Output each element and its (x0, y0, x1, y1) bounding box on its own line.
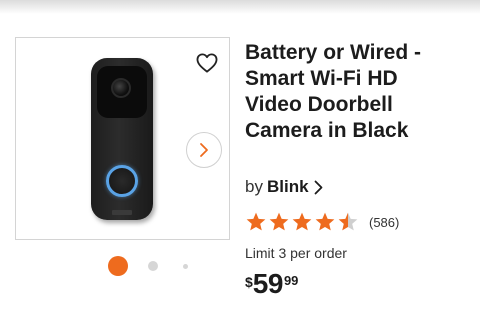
doorbell-button-ring (106, 165, 138, 197)
review-count: (586) (369, 214, 400, 230)
chevron-right-icon (314, 180, 322, 194)
star-icon (246, 212, 266, 231)
brand-link[interactable]: Blink (267, 177, 323, 197)
camera-lens (111, 78, 131, 98)
chevron-right-icon (200, 143, 208, 157)
purchase-limit: Limit 3 per order (245, 245, 347, 261)
price-cents: 99 (283, 273, 299, 288)
product-title-line: Video Doorbell (245, 93, 393, 116)
product-image-gallery[interactable] (15, 37, 230, 240)
favorite-button[interactable] (193, 50, 221, 76)
product-title-line: Battery or Wired - (245, 41, 422, 64)
rating-summary[interactable]: (586) (245, 211, 399, 233)
top-header-shadow (0, 0, 480, 14)
star-icon (269, 212, 289, 231)
price-currency: $ (245, 274, 253, 290)
gallery-dot[interactable] (183, 264, 188, 269)
gallery-dot[interactable] (148, 261, 158, 271)
next-image-button[interactable] (186, 132, 222, 168)
star-icon (315, 212, 335, 231)
doorbell-logo (112, 210, 132, 215)
star-rating (245, 211, 359, 233)
brand-name: Blink (266, 177, 309, 196)
price: $ 59 99 (245, 270, 298, 298)
gallery-dot-active[interactable] (108, 256, 128, 276)
product-title: Battery or Wired - Smart Wi-Fi HD Video … (245, 40, 470, 144)
star-icon (292, 212, 312, 231)
heart-icon (196, 53, 218, 73)
by-label: by (245, 177, 263, 196)
brand-line: by Blink (245, 177, 323, 197)
star-icon (338, 212, 358, 231)
doorbell-camera-face (97, 66, 147, 118)
product-title-line: Smart Wi-Fi HD (245, 67, 398, 90)
product-title-line: Camera in Black (245, 119, 409, 142)
price-dollars: 59 (252, 268, 284, 299)
product-image-doorbell (91, 58, 153, 220)
